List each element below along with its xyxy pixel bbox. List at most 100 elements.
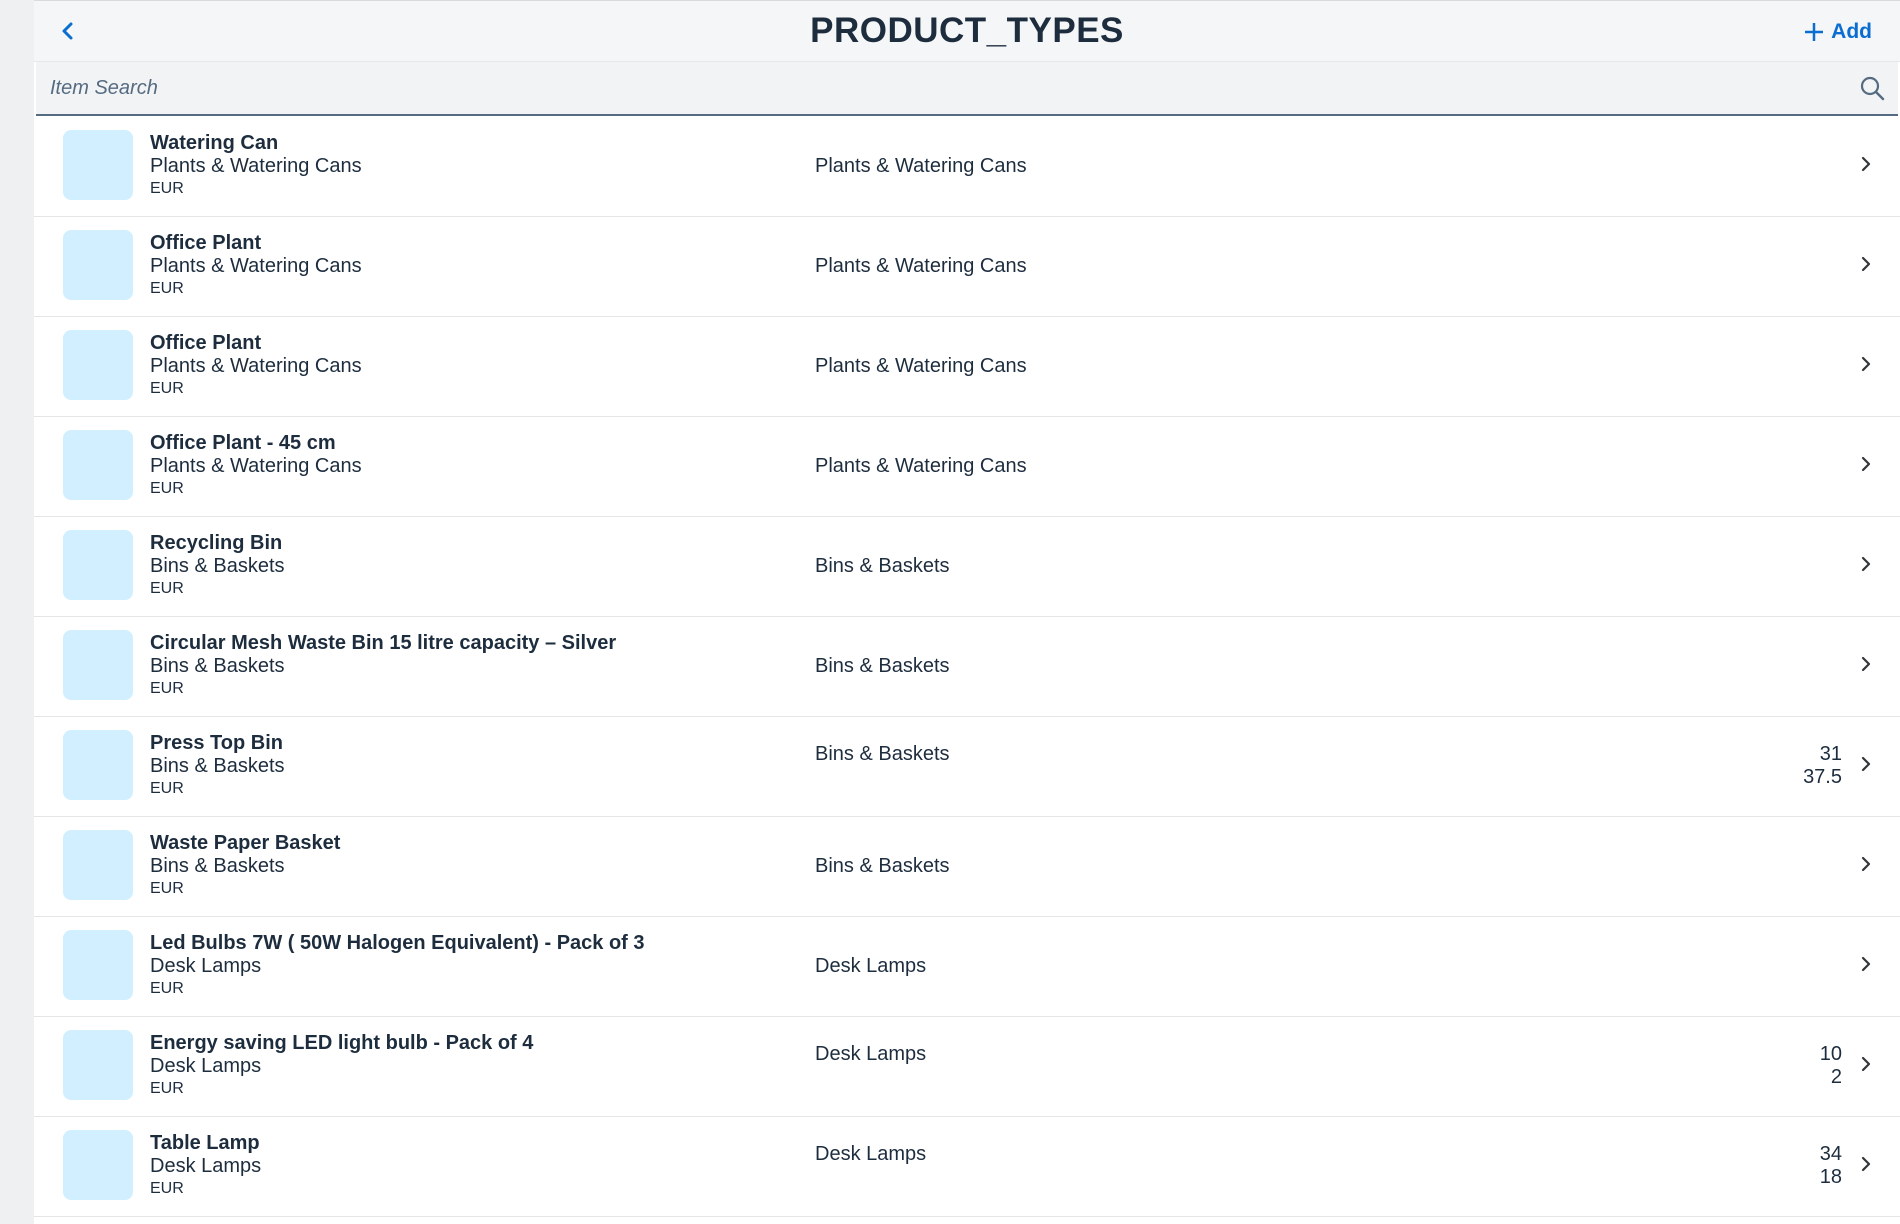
navigate-chevron[interactable] xyxy=(1858,553,1874,575)
item-currency: EUR xyxy=(150,380,184,397)
item-text: Waste Paper Basket Bins & Baskets EUR xyxy=(150,831,340,899)
item-category: Plants & Watering Cans xyxy=(815,155,1027,177)
item-number-primary: 34 xyxy=(1819,1143,1842,1165)
product-thumbnail xyxy=(63,630,133,700)
item-category: Bins & Baskets xyxy=(815,855,950,877)
navigate-chevron[interactable] xyxy=(1858,753,1874,775)
item-category: Desk Lamps xyxy=(815,1143,927,1165)
chevron-right-icon xyxy=(1861,356,1871,372)
product-thumbnail xyxy=(63,330,133,400)
chevron-right-icon xyxy=(1861,156,1871,172)
item-title: Energy saving LED light bulb - Pack of 4 xyxy=(150,1032,534,1054)
navigate-chevron[interactable] xyxy=(1858,1153,1874,1175)
navigate-chevron[interactable] xyxy=(1858,253,1874,275)
product-thumbnail xyxy=(63,130,133,200)
chevron-right-icon xyxy=(1861,856,1871,872)
list-item[interactable]: Office Plant Plants & Watering Cans EUR … xyxy=(34,217,1900,317)
item-subtitle: Bins & Baskets xyxy=(150,755,285,777)
item-currency: EUR xyxy=(150,1080,184,1097)
item-subtitle: Plants & Watering Cans xyxy=(150,255,362,277)
search-bar xyxy=(36,62,1898,116)
item-number-secondary: 18 xyxy=(1819,1166,1842,1188)
list-item[interactable]: Watering Can Plants & Watering Cans EUR … xyxy=(34,117,1900,217)
item-category: Bins & Baskets xyxy=(815,555,950,577)
item-category: Plants & Watering Cans xyxy=(815,255,1027,277)
item-category: Bins & Baskets xyxy=(815,743,950,765)
item-currency: EUR xyxy=(150,880,184,897)
search-input[interactable] xyxy=(36,62,1852,114)
item-text: Office Plant Plants & Watering Cans EUR xyxy=(150,331,362,399)
item-category: Plants & Watering Cans xyxy=(815,355,1027,377)
item-text: Office Plant - 45 cm Plants & Watering C… xyxy=(150,431,362,499)
item-text: Watering Can Plants & Watering Cans EUR xyxy=(150,131,362,199)
search-icon xyxy=(1860,76,1885,101)
item-category: Desk Lamps xyxy=(815,1043,927,1065)
item-numbers: 34 18 xyxy=(1820,1143,1842,1189)
navigate-chevron[interactable] xyxy=(1858,353,1874,375)
navigate-chevron[interactable] xyxy=(1858,1053,1874,1075)
product-list: Watering Can Plants & Watering Cans EUR … xyxy=(34,117,1900,1217)
item-category: Desk Lamps xyxy=(815,955,927,977)
item-category: Bins & Baskets xyxy=(815,655,950,677)
item-currency: EUR xyxy=(150,480,184,497)
navigate-chevron[interactable] xyxy=(1858,453,1874,475)
item-title: Office Plant - 45 cm xyxy=(150,432,336,454)
list-item[interactable]: Circular Mesh Waste Bin 15 litre capacit… xyxy=(34,617,1900,717)
item-subtitle: Desk Lamps xyxy=(150,1055,262,1077)
item-subtitle: Bins & Baskets xyxy=(150,555,285,577)
item-title: Waste Paper Basket xyxy=(150,832,341,854)
chevron-right-icon xyxy=(1861,556,1871,572)
search-button[interactable] xyxy=(1852,68,1892,108)
chevron-left-icon xyxy=(62,22,73,40)
navigate-chevron[interactable] xyxy=(1858,953,1874,975)
item-title: Office Plant xyxy=(150,232,262,254)
item-title: Office Plant xyxy=(150,332,262,354)
item-numbers: 31 37.5 xyxy=(1803,743,1842,789)
item-title: Circular Mesh Waste Bin 15 litre capacit… xyxy=(150,632,617,654)
list-item[interactable]: Energy saving LED light bulb - Pack of 4… xyxy=(34,1017,1900,1117)
item-number-secondary: 2 xyxy=(1830,1066,1842,1088)
product-thumbnail xyxy=(63,230,133,300)
list-item[interactable]: Table Lamp Desk Lamps EUR Desk Lamps 34 … xyxy=(34,1117,1900,1217)
chevron-right-icon xyxy=(1861,456,1871,472)
product-thumbnail xyxy=(63,530,133,600)
item-text: Press Top Bin Bins & Baskets EUR xyxy=(150,731,285,799)
item-text: Recycling Bin Bins & Baskets EUR xyxy=(150,531,285,599)
page-header: PRODUCT_TYPES Add xyxy=(34,0,1900,62)
product-thumbnail xyxy=(63,730,133,800)
navigate-chevron[interactable] xyxy=(1858,653,1874,675)
item-subtitle: Desk Lamps xyxy=(150,1155,262,1177)
item-title: Recycling Bin xyxy=(150,532,283,554)
list-item[interactable]: Waste Paper Basket Bins & Baskets EUR Bi… xyxy=(34,817,1900,917)
product-thumbnail xyxy=(63,830,133,900)
item-currency: EUR xyxy=(150,780,184,797)
chevron-right-icon xyxy=(1861,1156,1871,1172)
add-button[interactable]: Add xyxy=(1803,15,1872,49)
list-item[interactable]: Recycling Bin Bins & Baskets EUR Bins & … xyxy=(34,517,1900,617)
item-subtitle: Plants & Watering Cans xyxy=(150,155,362,177)
left-gutter xyxy=(0,0,35,1224)
chevron-right-icon xyxy=(1861,256,1871,272)
item-currency: EUR xyxy=(150,280,184,297)
list-item[interactable]: Office Plant Plants & Watering Cans EUR … xyxy=(34,317,1900,417)
back-button[interactable] xyxy=(48,11,88,51)
item-category: Plants & Watering Cans xyxy=(815,455,1027,477)
app-container: PRODUCT_TYPES Add Watering Can Plants & … xyxy=(34,0,1900,1224)
list-item[interactable]: Office Plant - 45 cm Plants & Watering C… xyxy=(34,417,1900,517)
item-subtitle: Bins & Baskets xyxy=(150,655,285,677)
list-item[interactable]: Led Bulbs 7W ( 50W Halogen Equivalent) -… xyxy=(34,917,1900,1017)
item-title: Watering Can xyxy=(150,132,279,154)
chevron-right-icon xyxy=(1861,656,1871,672)
item-number-secondary: 37.5 xyxy=(1803,766,1842,788)
plus-icon xyxy=(1805,23,1824,41)
item-text: Energy saving LED light bulb - Pack of 4… xyxy=(150,1031,533,1099)
navigate-chevron[interactable] xyxy=(1858,853,1874,875)
chevron-right-icon xyxy=(1861,756,1871,772)
page-title: PRODUCT_TYPES xyxy=(810,11,1124,50)
list-item[interactable]: Press Top Bin Bins & Baskets EUR Bins & … xyxy=(34,717,1900,817)
item-currency: EUR xyxy=(150,680,184,697)
product-thumbnail xyxy=(63,930,133,1000)
item-subtitle: Plants & Watering Cans xyxy=(150,455,362,477)
navigate-chevron[interactable] xyxy=(1858,153,1874,175)
item-subtitle: Plants & Watering Cans xyxy=(150,355,362,377)
